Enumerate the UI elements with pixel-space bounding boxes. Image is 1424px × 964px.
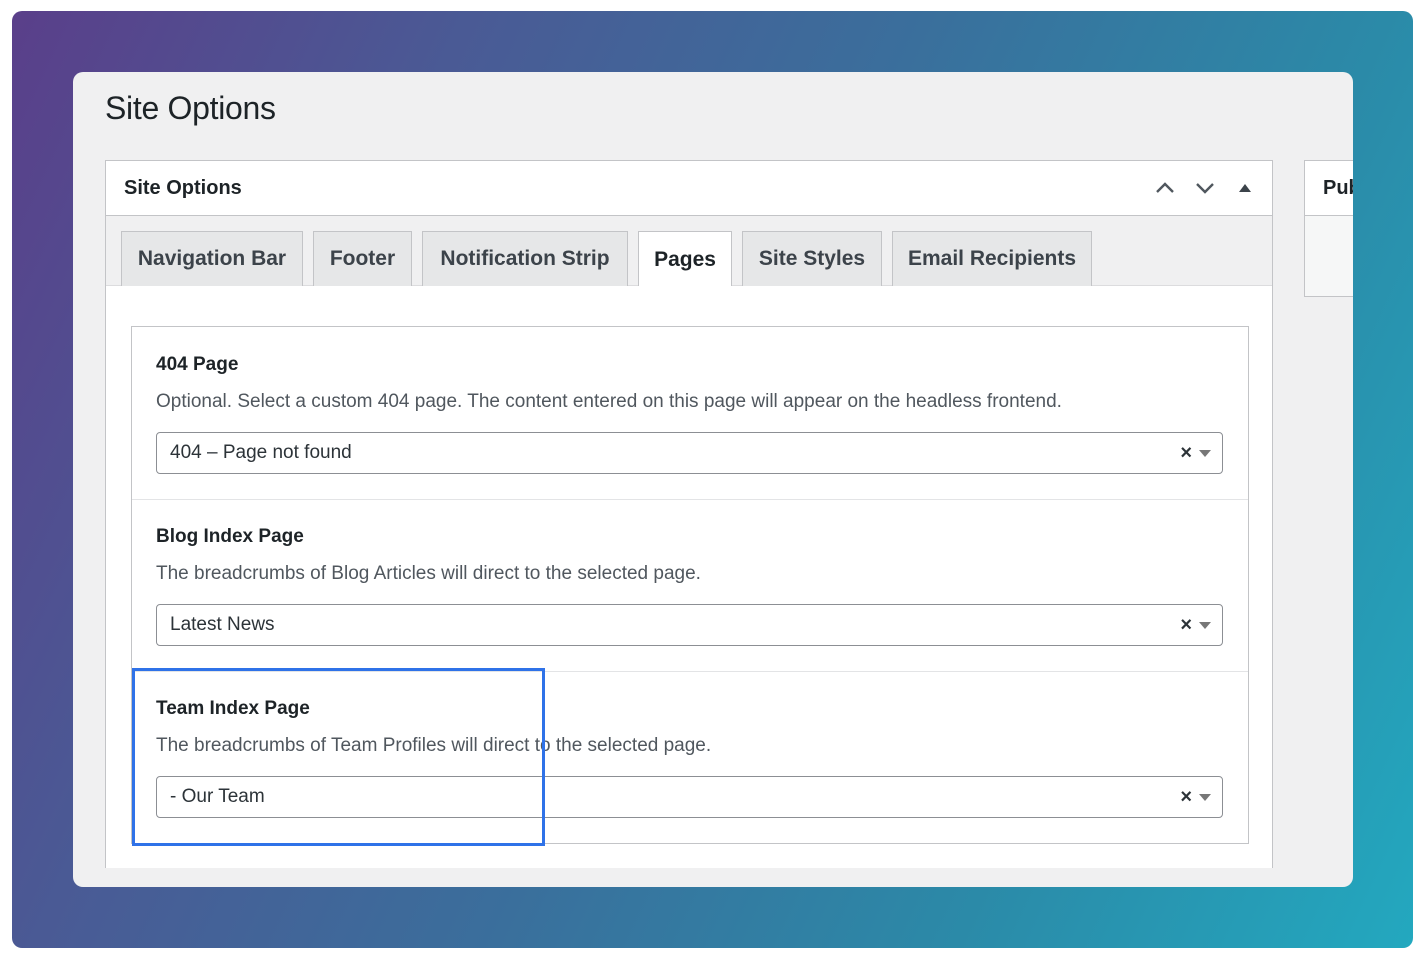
select-blog-index-page[interactable]: Latest News × bbox=[156, 604, 1223, 646]
clear-icon[interactable]: × bbox=[1180, 443, 1192, 463]
site-options-postbox: Site Options Navigation Bar Footer Notif… bbox=[105, 160, 1273, 868]
field-blog-index-page: Blog Index Page The breadcrumbs of Blog … bbox=[132, 499, 1248, 672]
fields-group: 404 Page Optional. Select a custom 404 p… bbox=[131, 326, 1249, 844]
select-value: - Our Team bbox=[170, 786, 265, 807]
dropdown-arrow-icon[interactable] bbox=[1199, 622, 1211, 629]
field-label: 404 Page bbox=[156, 354, 239, 375]
field-description: The breadcrumbs of Blog Articles will di… bbox=[156, 563, 701, 584]
tab-pages[interactable]: Pages bbox=[638, 231, 732, 287]
dropdown-arrow-icon[interactable] bbox=[1199, 794, 1211, 801]
dropdown-arrow-icon[interactable] bbox=[1199, 450, 1211, 457]
publish-title: Publish bbox=[1323, 176, 1353, 199]
tab-email-recipients[interactable]: Email Recipients bbox=[892, 231, 1092, 286]
tab-footer[interactable]: Footer bbox=[313, 231, 412, 286]
select-value: Latest News bbox=[170, 614, 275, 635]
publish-body bbox=[1305, 216, 1353, 296]
tab-notification-strip[interactable]: Notification Strip bbox=[422, 231, 628, 286]
field-team-index-page: Team Index Page The breadcrumbs of Team … bbox=[132, 671, 1248, 844]
publish-header: Publish bbox=[1305, 161, 1353, 216]
postbox-header: Site Options bbox=[106, 161, 1272, 216]
field-description: Optional. Select a custom 404 page. The … bbox=[156, 391, 1062, 412]
field-label: Blog Index Page bbox=[156, 526, 304, 547]
postbox-title: Site Options bbox=[124, 176, 242, 199]
clear-icon[interactable]: × bbox=[1180, 615, 1192, 635]
chevron-down-icon[interactable] bbox=[1192, 175, 1218, 201]
tab-bar: Navigation Bar Footer Notification Strip… bbox=[106, 216, 1272, 287]
tab-panel-pages: 404 Page Optional. Select a custom 404 p… bbox=[106, 286, 1272, 868]
select-team-index-page[interactable]: - Our Team × bbox=[156, 776, 1223, 818]
postbox-controls bbox=[1152, 175, 1258, 201]
triangle-up-icon[interactable] bbox=[1232, 175, 1258, 201]
page-title: Site Options bbox=[105, 90, 276, 126]
select-404-page[interactable]: 404 – Page not found × bbox=[156, 432, 1223, 474]
tab-navigation-bar[interactable]: Navigation Bar bbox=[121, 231, 303, 286]
field-label: Team Index Page bbox=[156, 698, 310, 719]
field-404-page: 404 Page Optional. Select a custom 404 p… bbox=[132, 327, 1248, 500]
publish-postbox: Publish bbox=[1304, 160, 1353, 297]
chevron-up-icon[interactable] bbox=[1152, 175, 1178, 201]
field-description: The breadcrumbs of Team Profiles will di… bbox=[156, 735, 712, 756]
clear-icon[interactable]: × bbox=[1180, 787, 1192, 807]
select-value: 404 – Page not found bbox=[170, 442, 352, 463]
wp-admin-window: Site Options Site Options Navigation Bar… bbox=[73, 72, 1353, 887]
tab-site-styles[interactable]: Site Styles bbox=[742, 231, 882, 286]
